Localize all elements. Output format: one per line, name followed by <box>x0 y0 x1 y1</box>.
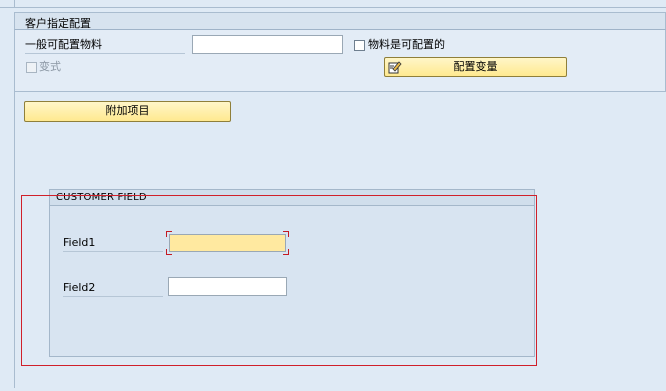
variant-checkbox[interactable] <box>26 62 37 73</box>
config-variant-button[interactable]: 配置变量 <box>384 57 567 77</box>
section-title: 客户指定配置 <box>25 17 91 30</box>
additional-items-button[interactable]: 附加项目 <box>24 101 231 122</box>
variant-label: 变式 <box>39 60 61 73</box>
customer-config-header: 客户指定配置 <box>14 12 666 30</box>
material-configurable-label: 物料是可配置的 <box>368 38 445 51</box>
config-variant-label: 配置变量 <box>453 60 498 73</box>
edit-icon <box>388 60 402 74</box>
highlight-frame <box>21 195 537 366</box>
general-material-input[interactable] <box>192 35 343 54</box>
material-configurable-checkbox[interactable] <box>354 40 365 51</box>
general-material-label: 一般可配置物料 <box>25 38 185 54</box>
top-strip <box>0 0 666 8</box>
additional-items-label: 附加项目 <box>105 104 150 117</box>
